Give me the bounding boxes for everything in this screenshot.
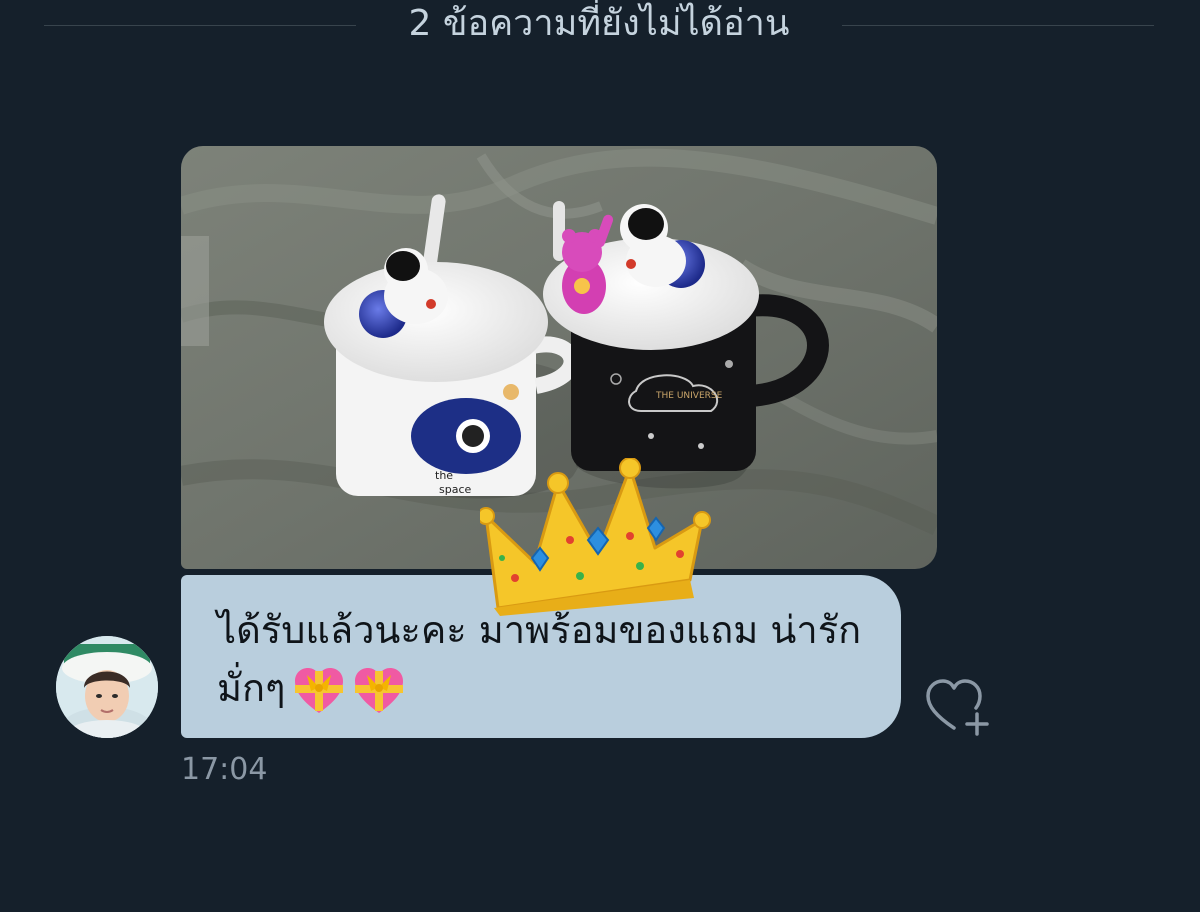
divider-line-right bbox=[842, 25, 1154, 26]
crown-icon bbox=[477, 457, 712, 616]
gift-heart-icon bbox=[293, 667, 345, 715]
heart-plus-icon bbox=[926, 679, 989, 736]
sender-avatar[interactable] bbox=[56, 636, 158, 738]
gift-heart-icon bbox=[353, 667, 405, 715]
svg-text:space: space bbox=[439, 483, 472, 496]
divider-line-left bbox=[44, 25, 356, 26]
svg-text:the: the bbox=[435, 469, 453, 482]
svg-text:THE UNIVERSE: THE UNIVERSE bbox=[655, 391, 723, 401]
unread-messages-label: 2 ข้อความที่ยังไม่ได้อ่าน bbox=[408, 3, 790, 44]
like-reaction-button[interactable] bbox=[922, 674, 994, 738]
unread-messages-divider: 2 ข้อความที่ยังไม่ได้อ่าน bbox=[0, 0, 1200, 50]
message-timestamp: 17:04 bbox=[181, 752, 268, 787]
